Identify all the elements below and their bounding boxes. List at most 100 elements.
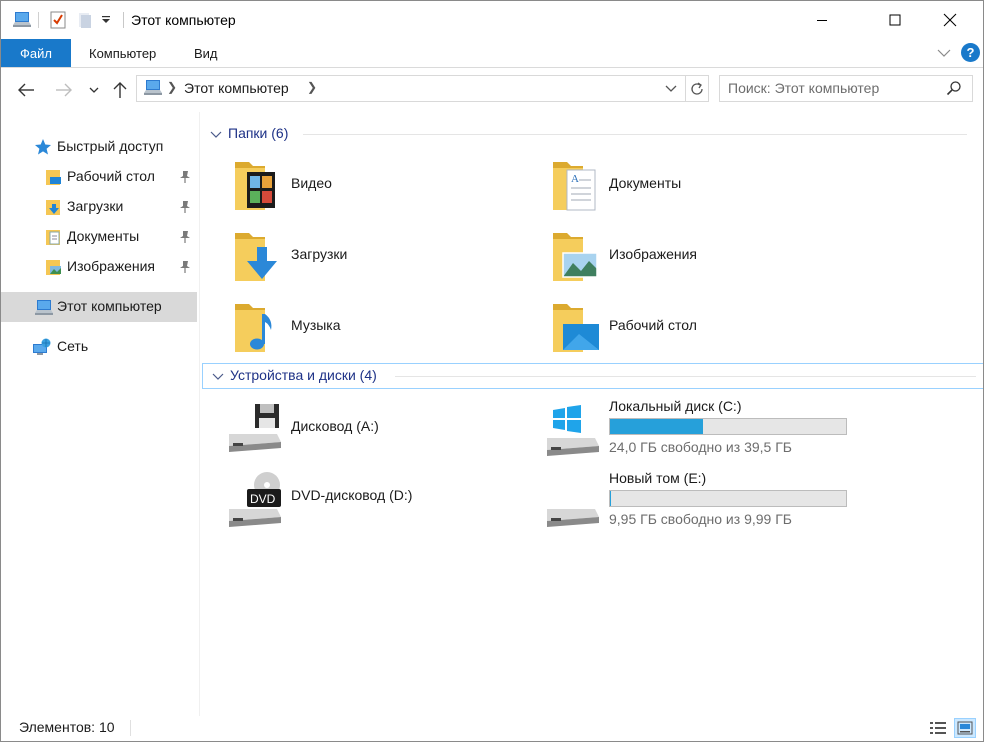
folder-music[interactable]: Музыка (201, 298, 501, 362)
folder-label: Рабочий стол (609, 317, 697, 333)
expand-ribbon-chevron-icon[interactable] (935, 45, 953, 61)
nav-item-pictures[interactable]: Изображения (1, 252, 197, 282)
refresh-icon[interactable] (685, 76, 708, 101)
window-title: Этот компьютер (131, 12, 236, 28)
usage-bar-fill (610, 491, 611, 506)
close-button[interactable] (927, 1, 973, 39)
desktop-folder-icon (45, 168, 63, 186)
ribbon-tabs: Файл Компьютер Вид ? (1, 39, 983, 68)
svg-text:DVD: DVD (250, 492, 276, 506)
recent-locations-chevron-icon[interactable] (87, 78, 101, 102)
breadcrumb-separator-icon[interactable]: ❯ (167, 80, 177, 94)
drive-floppy-a[interactable]: Дисковод (A:) (201, 398, 531, 462)
documents-folder-icon: A (549, 156, 599, 216)
drive-new-volume-e[interactable]: Новый том (E:) 9,95 ГБ свободно из 9,99 … (519, 469, 849, 533)
nav-item-quick-access[interactable]: Быстрый доступ (1, 132, 197, 162)
forward-arrow-icon[interactable] (53, 78, 75, 102)
network-icon (32, 338, 51, 356)
customize-toolbar-dropdown-icon[interactable] (98, 10, 114, 30)
nav-label: Документы (67, 228, 140, 244)
maximize-button[interactable] (872, 1, 918, 39)
downloads-folder-icon (45, 198, 63, 216)
windows-drive-icon (545, 398, 601, 458)
details-view-icon[interactable] (927, 718, 949, 738)
pin-icon[interactable] (179, 170, 191, 187)
svg-text:A: A (571, 173, 579, 185)
folder-label: Изображения (609, 246, 697, 262)
free-space-text: 9,95 ГБ свободно из 9,99 ГБ (609, 511, 792, 527)
floppy-drive-icon (227, 398, 283, 458)
computer-icon[interactable] (11, 10, 33, 30)
drive-dvd-d[interactable]: DVD DVD-дисковод (D:) (201, 469, 531, 533)
music-folder-icon (231, 298, 281, 358)
nav-label: Рабочий стол (67, 168, 155, 184)
dvd-drive-icon: DVD (227, 469, 283, 529)
this-pc-icon (143, 80, 163, 99)
documents-folder-icon (45, 228, 63, 246)
videos-folder-icon (231, 156, 281, 216)
usage-bar (609, 418, 847, 435)
address-history-chevron-icon[interactable] (664, 81, 678, 95)
drive-local-c[interactable]: Локальный диск (C:) 24,0 ГБ свободно из … (519, 398, 849, 462)
folder-documents[interactable]: A Документы (519, 156, 819, 220)
chevron-down-icon[interactable] (212, 369, 224, 385)
devices-group-header[interactable]: Устройства и диски (4) (202, 363, 983, 389)
content-pane: Папки (6) Видео A Документы Загрузки Изо… (201, 112, 983, 716)
new-folder-icon[interactable] (75, 10, 95, 30)
drive-label: Дисковод (A:) (291, 418, 379, 434)
folder-label: Музыка (291, 317, 341, 333)
breadcrumb-this-pc[interactable]: Этот компьютер (184, 80, 289, 96)
title-bar: Этот компьютер (1, 1, 983, 39)
nav-label: Сеть (57, 338, 89, 354)
pin-icon[interactable] (179, 230, 191, 247)
items-count: Элементов: 10 (19, 719, 115, 735)
navigation-bar: ❯ Этот компьютер ❯ (1, 68, 983, 112)
navigation-pane: Быстрый доступ Рабочий стол Загрузки Док… (1, 112, 199, 712)
tab-computer[interactable]: Компьютер (89, 39, 156, 67)
up-arrow-icon[interactable] (109, 78, 131, 102)
minimize-button[interactable] (799, 1, 845, 39)
usage-bar (609, 490, 847, 507)
folder-label: Загрузки (291, 246, 348, 262)
pictures-folder-icon (45, 258, 63, 276)
search-box[interactable] (719, 75, 973, 102)
pictures-folder-icon (549, 227, 599, 287)
nav-item-network[interactable]: Сеть (1, 332, 197, 362)
usage-bar-fill (610, 419, 703, 434)
nav-item-this-pc[interactable]: Этот компьютер (1, 292, 197, 322)
drive-label: Новый том (E:) (609, 470, 707, 486)
explorer-window: Этот компьютер Файл Компьютер Вид ? ❯ Эт… (0, 0, 984, 742)
nav-item-desktop[interactable]: Рабочий стол (1, 162, 197, 192)
nav-label: Быстрый доступ (57, 138, 164, 154)
back-arrow-icon[interactable] (15, 78, 37, 102)
hard-drive-icon (545, 469, 601, 529)
nav-item-documents[interactable]: Документы (1, 222, 197, 252)
nav-label: Этот компьютер (57, 298, 162, 314)
folder-videos[interactable]: Видео (201, 156, 501, 220)
properties-icon[interactable] (47, 10, 69, 30)
folder-desktop[interactable]: Рабочий стол (519, 298, 819, 362)
breadcrumb-separator-icon[interactable]: ❯ (307, 80, 317, 94)
drive-label: DVD-дисковод (D:) (291, 487, 413, 503)
folders-group-header[interactable]: Папки (6) (201, 122, 975, 146)
help-icon[interactable]: ? (961, 43, 980, 62)
search-input[interactable] (728, 80, 928, 96)
folder-downloads[interactable]: Загрузки (201, 227, 501, 291)
nav-item-downloads[interactable]: Загрузки (1, 192, 197, 222)
large-icons-view-icon[interactable] (954, 718, 976, 738)
this-pc-icon (34, 298, 53, 316)
search-icon[interactable] (946, 80, 962, 99)
address-bar[interactable]: ❯ Этот компьютер ❯ (136, 75, 709, 102)
group-title: Папки (6) (228, 125, 289, 141)
folder-label: Документы (609, 175, 682, 191)
tab-file[interactable]: Файл (1, 39, 71, 67)
chevron-down-icon[interactable] (210, 127, 222, 143)
desktop-folder-icon (549, 298, 599, 358)
nav-label: Изображения (67, 258, 155, 274)
pin-icon[interactable] (179, 260, 191, 277)
tab-view[interactable]: Вид (194, 39, 218, 67)
folder-pictures[interactable]: Изображения (519, 227, 819, 291)
pin-icon[interactable] (179, 200, 191, 217)
folder-label: Видео (291, 175, 332, 191)
status-bar: Элементов: 10 (1, 716, 983, 741)
